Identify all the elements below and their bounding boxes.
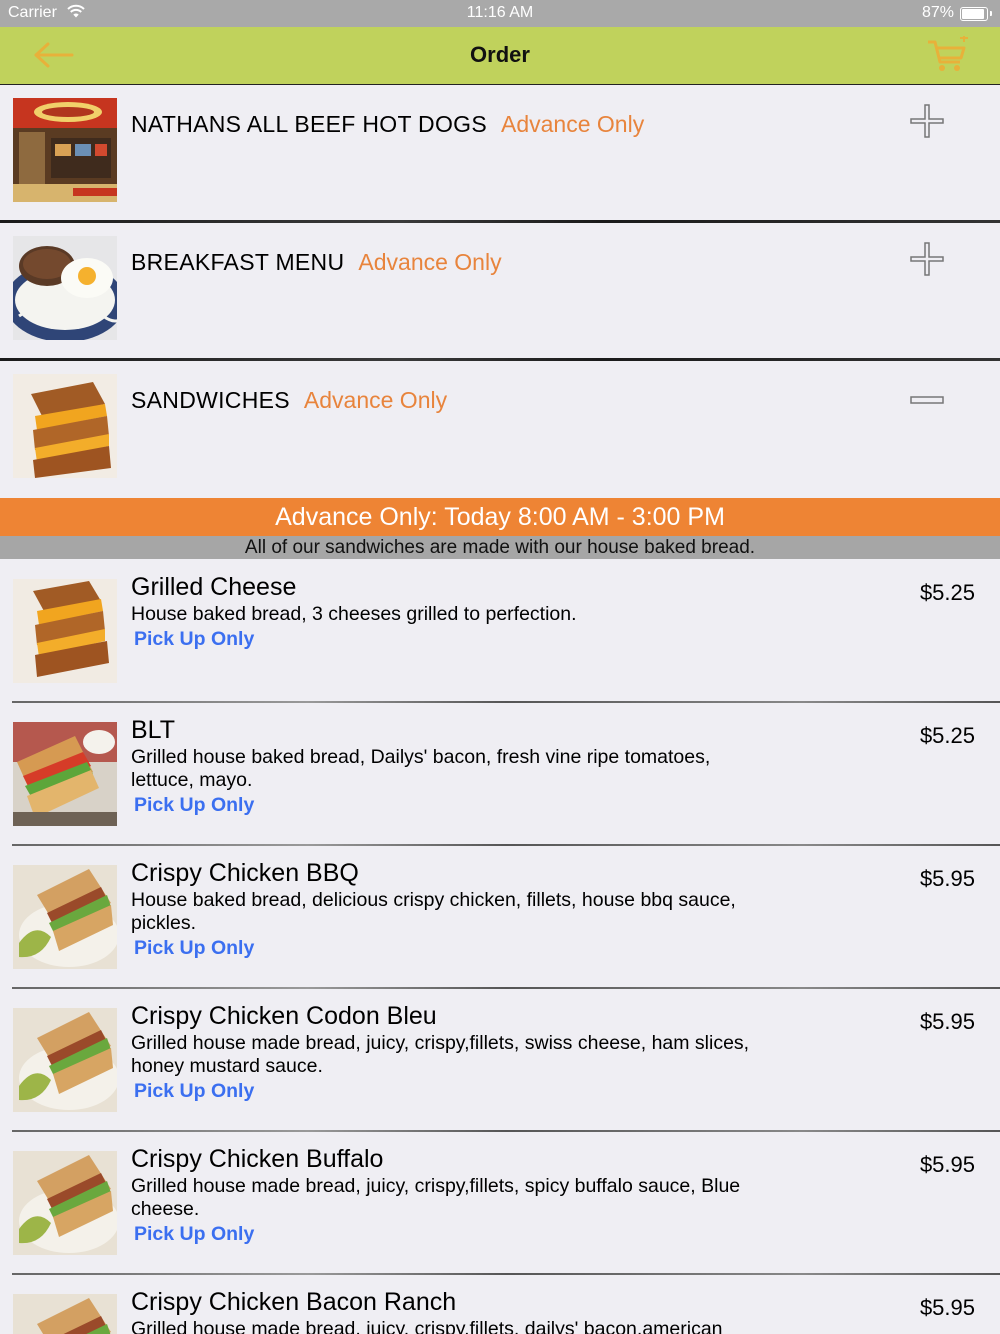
pickup-only-label: Pick Up Only xyxy=(134,1223,255,1245)
blt-thumbnail xyxy=(13,722,117,826)
plus-icon[interactable] xyxy=(909,103,945,139)
crispy-chicken-thumbnail xyxy=(13,1008,119,1112)
item-name: Crispy Chicken Codon Bleu xyxy=(131,1002,437,1030)
menu-item-crispy-chicken-buffalo[interactable]: Crispy Chicken Buffalo Grilled house mad… xyxy=(0,1131,1000,1274)
category-title: SANDWICHES Advance Only xyxy=(131,387,447,414)
availability-banner: Advance Only: Today 8:00 AM - 3:00 PM xyxy=(0,498,1000,536)
battery-icon xyxy=(960,7,992,21)
item-description: Grilled house made bread, juicy, crispy,… xyxy=(131,1032,771,1103)
grilled-cheese-thumbnail xyxy=(13,579,117,683)
category-name: SANDWICHES xyxy=(131,387,290,413)
item-name: Crispy Chicken Bacon Ranch xyxy=(131,1288,457,1316)
battery-percent: 87% xyxy=(921,4,954,21)
category-name: NATHANS ALL BEEF HOT DOGS xyxy=(131,111,487,137)
advance-only-tag: Advance Only xyxy=(303,387,448,413)
item-name: BLT xyxy=(131,716,175,744)
pickup-only-label: Pick Up Only xyxy=(134,1080,255,1102)
item-description-text: Grilled house made bread, juicy, crispy,… xyxy=(131,1175,741,1220)
item-name: Crispy Chicken BBQ xyxy=(131,859,359,887)
item-description-text: Grilled house made bread, juicy, crispy,… xyxy=(131,1032,750,1077)
item-description: Grilled house baked bread, Dailys' bacon… xyxy=(131,746,771,817)
category-name: BREAKFAST MENU xyxy=(131,249,345,275)
sandwiches-thumbnail xyxy=(13,374,117,478)
hot-dogs-thumbnail xyxy=(13,98,117,202)
item-description: Grilled house made bread, juicy, crispy,… xyxy=(131,1175,771,1246)
menu-item-crispy-chicken-codon-bleu[interactable]: Crispy Chicken Codon Bleu Grilled house … xyxy=(0,988,1000,1131)
advance-only-tag: Advance Only xyxy=(358,249,502,275)
section-note: All of our sandwiches are made with our … xyxy=(0,536,1000,559)
item-description-text: Grilled house baked bread, Dailys' bacon… xyxy=(131,746,711,791)
minus-icon[interactable] xyxy=(909,379,945,415)
crispy-chicken-thumbnail xyxy=(13,865,119,969)
category-hot-dogs[interactable]: NATHANS ALL BEEF HOT DOGS Advance Only xyxy=(0,85,1000,221)
item-price: $5.25 xyxy=(919,723,975,748)
category-breakfast[interactable]: BREAKFAST MENU Advance Only xyxy=(0,223,1000,359)
category-sandwiches[interactable]: SANDWICHES Advance Only xyxy=(0,361,1000,497)
item-price: $5.25 xyxy=(919,580,975,605)
menu-item-crispy-chicken-bbq[interactable]: Crispy Chicken BBQ House baked bread, de… xyxy=(0,845,1000,988)
cart-icon[interactable] xyxy=(926,34,970,74)
category-title: BREAKFAST MENU Advance Only xyxy=(131,249,502,276)
item-price: $5.95 xyxy=(919,1152,975,1177)
menu-item-crispy-chicken-bacon-ranch[interactable]: Crispy Chicken Bacon Ranch Grilled house… xyxy=(0,1274,1000,1334)
crispy-chicken-thumbnail xyxy=(13,1294,117,1334)
clock: 11:16 AM xyxy=(466,4,534,21)
item-description: House baked bread, 3 cheeses grilled to … xyxy=(131,603,771,651)
nav-bar: Order xyxy=(0,27,1000,86)
item-description: House baked bread, delicious crispy chic… xyxy=(131,889,771,960)
item-name: Grilled Cheese xyxy=(131,573,297,601)
item-price: $5.95 xyxy=(919,1295,975,1320)
pickup-only-label: Pick Up Only xyxy=(134,794,255,816)
item-price: $5.95 xyxy=(919,866,975,891)
page-title: Order xyxy=(470,42,530,67)
item-name: Crispy Chicken Buffalo xyxy=(131,1145,384,1173)
menu-item-blt[interactable]: BLT Grilled house baked bread, Dailys' b… xyxy=(0,702,1000,845)
item-description-text: Grilled house made bread, juicy, crispy,… xyxy=(131,1318,723,1334)
crispy-chicken-thumbnail xyxy=(13,1151,119,1255)
item-description-text: House baked bread, delicious crispy chic… xyxy=(131,889,736,934)
plus-icon[interactable] xyxy=(909,241,945,277)
breakfast-thumbnail xyxy=(5,236,125,342)
category-title: NATHANS ALL BEEF HOT DOGS Advance Only xyxy=(131,111,644,138)
item-price: $5.95 xyxy=(919,1009,975,1034)
advance-only-tag: Advance Only xyxy=(501,111,645,137)
status-bar: Carrier 11:16 AM 87% xyxy=(0,0,1000,27)
item-description: Grilled house made bread, juicy, crispy,… xyxy=(131,1318,771,1334)
pickup-only-label: Pick Up Only xyxy=(134,937,255,959)
menu-item-grilled-cheese[interactable]: Grilled Cheese House baked bread, 3 chee… xyxy=(0,559,1000,702)
pickup-only-label: Pick Up Only xyxy=(134,628,255,650)
item-description-text: House baked bread, 3 cheeses grilled to … xyxy=(131,603,577,625)
